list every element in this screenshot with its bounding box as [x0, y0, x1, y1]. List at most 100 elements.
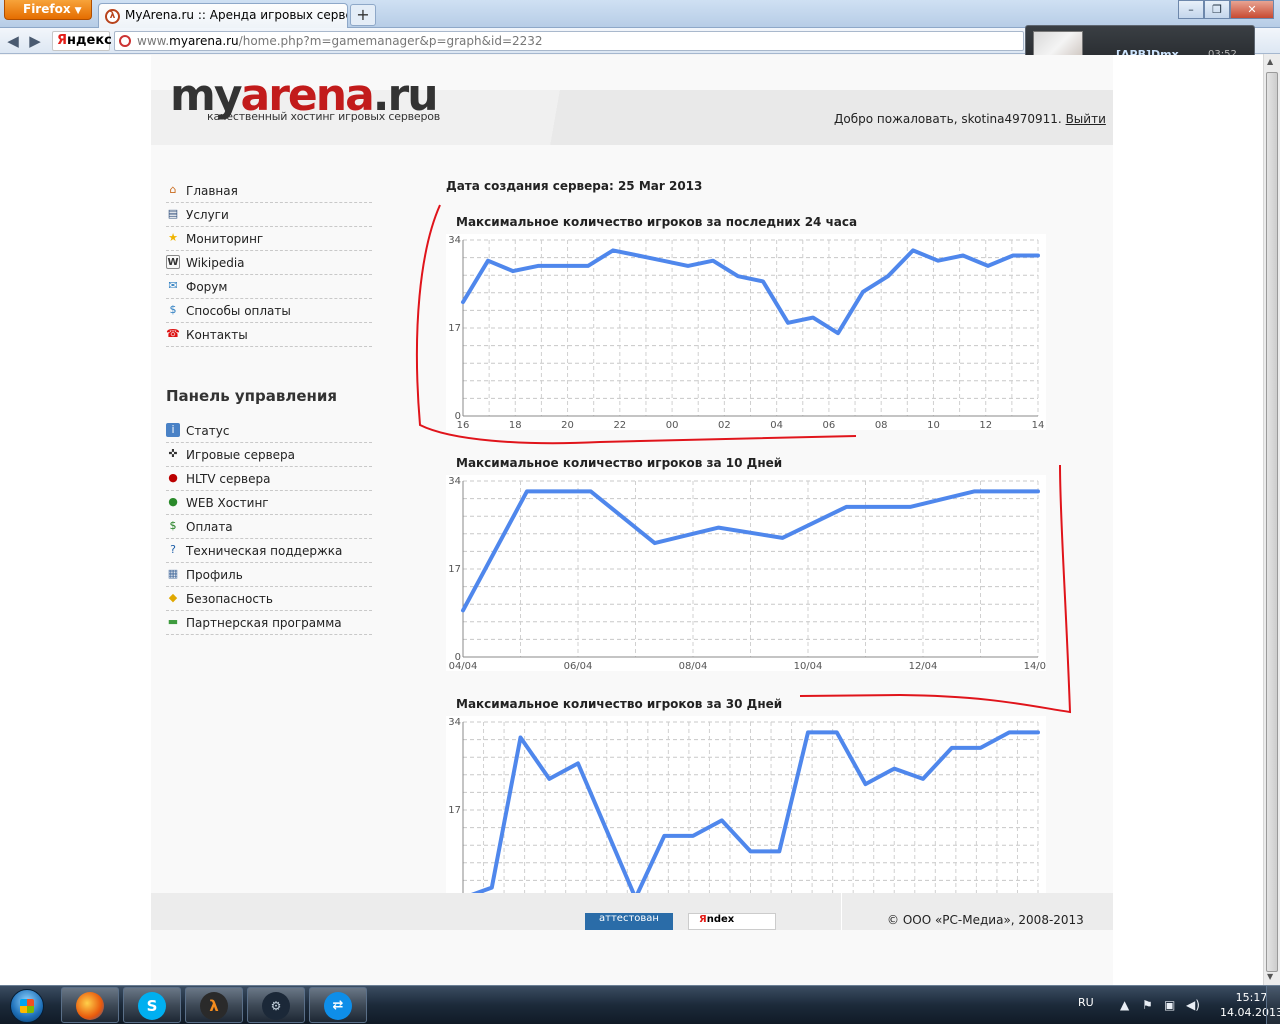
- x-tick-label: 04/04: [449, 661, 478, 671]
- panel-item-6[interactable]: ▦ Профиль: [166, 563, 372, 587]
- menu-item-6[interactable]: ☎ Контакты: [166, 323, 372, 347]
- gamepad-icon: ✜: [168, 447, 178, 460]
- show-desktop-button[interactable]: [1266, 986, 1280, 1024]
- panel-item-4[interactable]: $ Оплата: [166, 515, 372, 539]
- yandex-badge[interactable]: Яndex: [688, 913, 776, 930]
- x-tick-label: 06: [823, 420, 836, 430]
- phone-icon: ☎: [166, 327, 180, 340]
- page-scrollbar[interactable]: ▲ ▼: [1263, 54, 1280, 985]
- yandex-button[interactable]: Яндекс: [52, 31, 112, 51]
- x-tick-label: 00: [666, 420, 679, 430]
- tray-expand-icon[interactable]: ▲: [1120, 998, 1129, 1012]
- x-tick-label: 08: [875, 420, 888, 430]
- y-tick-label: 34: [448, 235, 461, 246]
- taskbar-skype[interactable]: S: [123, 987, 181, 1023]
- chart-10d-title: Максимальное количество игроков за 10 Дн…: [456, 456, 783, 470]
- hltv-icon: ●: [168, 471, 178, 484]
- teamviewer-icon: ⇄: [324, 992, 352, 1020]
- system-tray: RU ▲ ⚑ ▣ ◀) 15:17 14.04.2013: [1060, 986, 1280, 1024]
- chart-24h: 0173416 18 20 22 00 02 04 06 08 10 12 14: [446, 234, 1046, 430]
- windows-orb-icon: [10, 989, 44, 1023]
- x-tick-label: 02: [718, 420, 731, 430]
- panel-item-2[interactable]: ● HLTV сервера: [166, 467, 372, 491]
- halflife-icon: λ: [200, 992, 228, 1020]
- close-icon[interactable]: ✕: [1230, 0, 1274, 19]
- shield-icon: ◆: [168, 591, 178, 604]
- network-icon[interactable]: ▣: [1164, 998, 1175, 1012]
- volume-icon[interactable]: ◀): [1186, 998, 1200, 1012]
- menu-item-label: Мониторинг: [186, 232, 264, 246]
- panel-title: Панель управления: [166, 387, 338, 405]
- minimize-icon[interactable]: –: [1178, 0, 1204, 19]
- menu-item-0[interactable]: ⌂ Главная: [166, 179, 372, 203]
- panel-item-label: Профиль: [186, 568, 243, 582]
- x-tick-label: 14/04: [1024, 661, 1046, 671]
- main-menu: ⌂ Главная ▤ Услуги ★ Мониторинг W Wikipedia ✉ Фор…: [166, 179, 372, 347]
- menu-item-label: Способы оплаты: [186, 304, 291, 318]
- chart-30d: 0173417/0319/0321/0323/0325/0327/0329/03…: [446, 716, 1046, 912]
- logout-link[interactable]: Выйти: [1066, 112, 1106, 126]
- chart-10d: 0173404/0406/0408/0410/0412/0414/04: [446, 475, 1046, 671]
- menu-item-4[interactable]: ✉ Форум: [166, 275, 372, 299]
- panel-item-1[interactable]: ✜ Игровые сервера: [166, 443, 372, 467]
- welcome-message: Добро пожаловать, skotina4970911. Выйти: [834, 112, 1106, 126]
- chart-24h-title: Максимальное количество игроков за после…: [456, 215, 858, 229]
- chart-background: [446, 234, 1046, 430]
- taskbar-steam[interactable]: ⚙: [247, 987, 305, 1023]
- menu-item-label: Форум: [186, 280, 228, 294]
- site-identity-icon: [119, 35, 131, 47]
- copyright: © ООО «РС-Медиа», 2008-2013: [887, 913, 1084, 927]
- windows-taskbar: S λ ⚙ ⇄ RU ▲ ⚑ ▣ ◀) 15:17 14.04.2013: [0, 985, 1280, 1024]
- new-tab-button[interactable]: +: [350, 4, 376, 26]
- menu-item-1[interactable]: ▤ Услуги: [166, 203, 372, 227]
- x-tick-label: 14: [1032, 420, 1045, 430]
- x-tick-label: 08/04: [679, 661, 708, 671]
- scroll-up-icon[interactable]: ▲: [1267, 57, 1277, 66]
- chart-30d-title: Максимальное количество игроков за 30 Дн…: [456, 697, 783, 711]
- taskbar-firefox[interactable]: [61, 987, 119, 1023]
- panel-item-5[interactable]: ? Техническая поддержка: [166, 539, 372, 563]
- y-tick-label: 17: [448, 323, 461, 334]
- address-bar[interactable]: www.myarena.ru/home.php?m=gamemanager&p=…: [114, 31, 1024, 51]
- scroll-down-icon[interactable]: ▼: [1267, 972, 1277, 981]
- chat-icon: ✉: [168, 279, 178, 292]
- scrollbar-thumb[interactable]: [1266, 72, 1278, 972]
- webmoney-badge[interactable]: аттестован: [585, 913, 673, 930]
- panel-item-7[interactable]: ◆ Безопасность: [166, 587, 372, 611]
- firefox-menu-button[interactable]: Firefox ▼: [4, 0, 92, 20]
- panel-item-0[interactable]: i Статус: [166, 419, 372, 443]
- x-tick-label: 22: [613, 420, 626, 430]
- tab-title: MyArena.ru :: Аренда игровых серверо...: [125, 8, 347, 22]
- maximize-icon[interactable]: ❐: [1204, 0, 1230, 19]
- menu-item-5[interactable]: $ Способы оплаты: [166, 299, 372, 323]
- start-button[interactable]: [2, 987, 52, 1023]
- halflife-favicon-icon: λ: [105, 9, 120, 24]
- y-tick-label: 34: [448, 717, 461, 728]
- menu-item-label: Услуги: [186, 208, 229, 222]
- globe-icon: ●: [168, 495, 178, 508]
- taskbar-halflife[interactable]: λ: [185, 987, 243, 1023]
- x-tick-label: 04: [770, 420, 783, 430]
- cart-icon: ▤: [167, 207, 179, 220]
- taskbar-teamviewer[interactable]: ⇄: [309, 987, 367, 1023]
- coins-icon: $: [169, 303, 177, 316]
- dollar-icon: $: [169, 519, 177, 532]
- profile-icon: ▦: [167, 567, 179, 580]
- menu-item-3[interactable]: W Wikipedia: [166, 251, 372, 275]
- panel-item-3[interactable]: ● WEB Хостинг: [166, 491, 372, 515]
- x-tick-label: 10/04: [794, 661, 823, 671]
- caret-down-icon: ▼: [74, 6, 82, 16]
- language-indicator[interactable]: RU: [1078, 996, 1094, 1009]
- x-tick-label: 10: [927, 420, 940, 430]
- panel-item-8[interactable]: ▬ Партнерская программа: [166, 611, 372, 635]
- star-icon: ★: [168, 231, 178, 244]
- flag-icon[interactable]: ⚑: [1142, 998, 1153, 1012]
- panel-item-label: HLTV сервера: [186, 472, 271, 486]
- forward-arrow-icon[interactable]: ▶: [26, 32, 44, 50]
- panel-item-label: Партнерская программа: [186, 616, 342, 630]
- home-icon: ⌂: [169, 183, 177, 196]
- money-icon: ▬: [167, 615, 179, 628]
- tab-myarena[interactable]: λ MyArena.ru :: Аренда игровых серверо..…: [98, 3, 348, 28]
- back-arrow-icon[interactable]: ◀: [4, 32, 22, 50]
- menu-item-2[interactable]: ★ Мониторинг: [166, 227, 372, 251]
